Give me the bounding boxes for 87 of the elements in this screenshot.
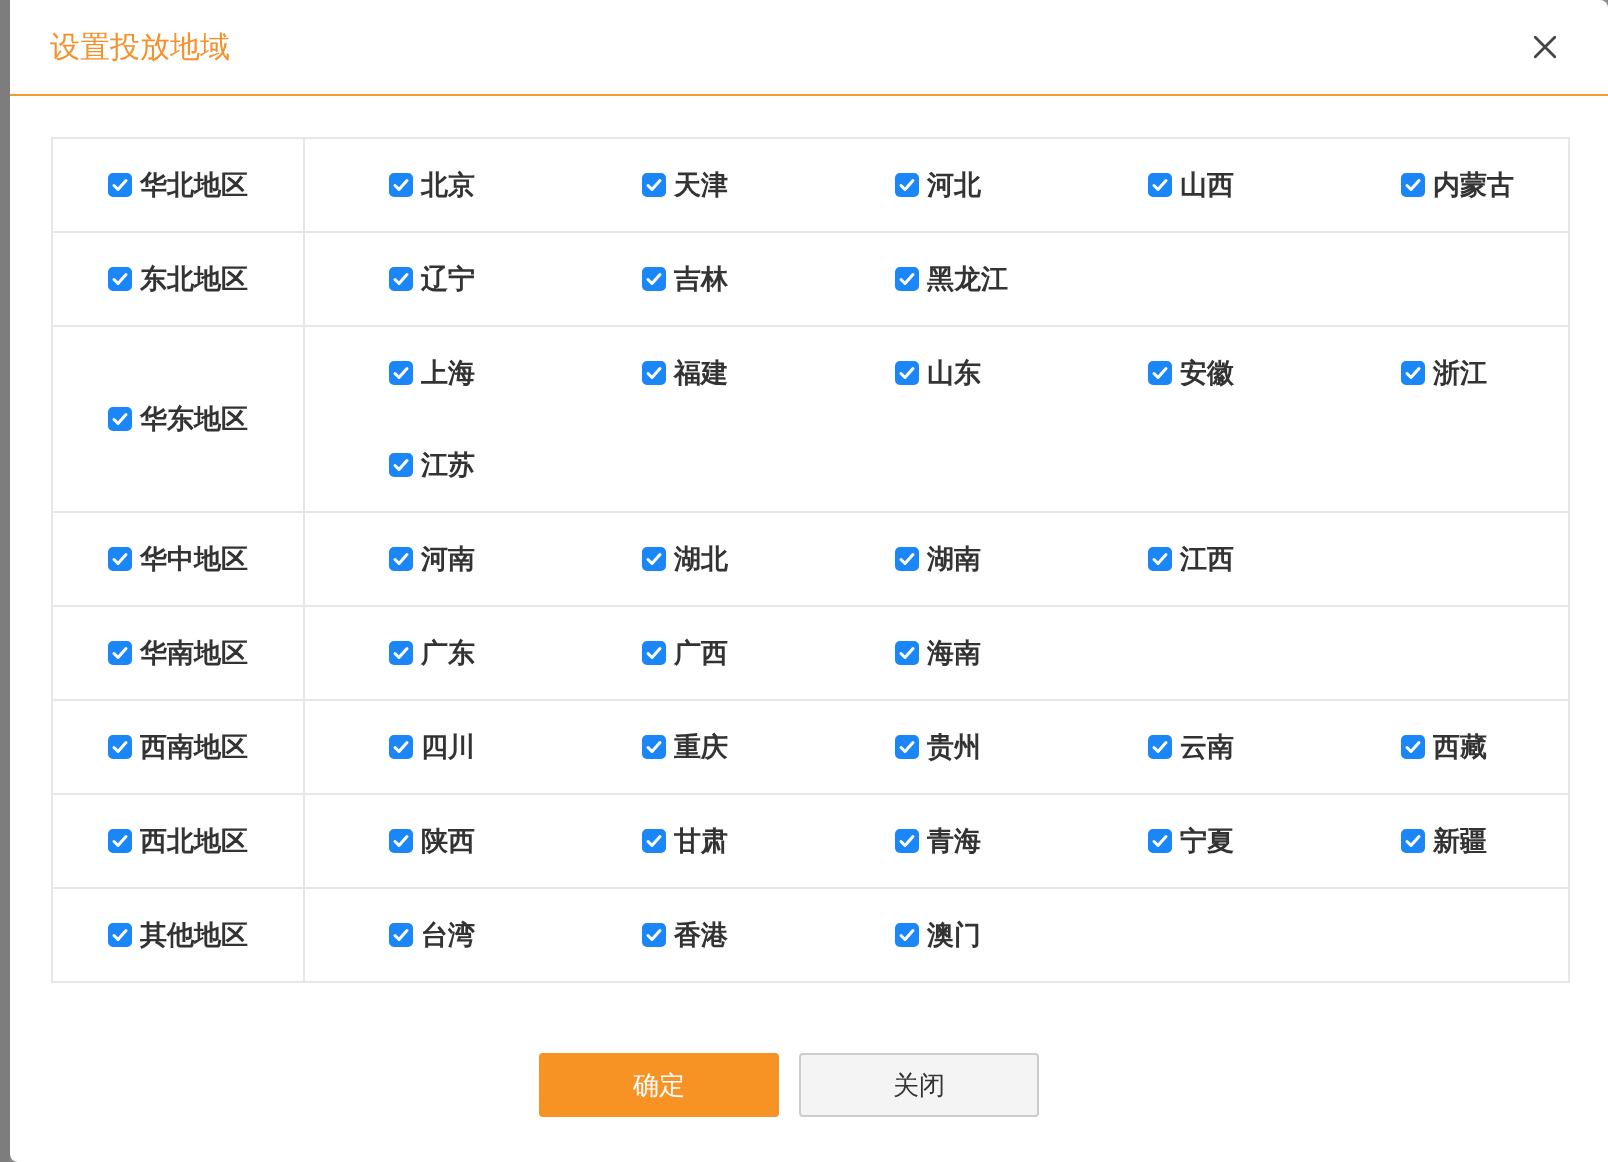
checkbox[interactable] [895, 923, 919, 947]
checkbox[interactable] [1148, 547, 1172, 571]
province-label: 安徽 [1180, 356, 1234, 390]
province-label: 河南 [421, 542, 475, 576]
checkbox[interactable] [642, 361, 666, 385]
close-icon[interactable] [1532, 34, 1558, 60]
province-label: 宁夏 [1180, 824, 1234, 858]
checkbox[interactable] [1148, 829, 1172, 853]
province-label: 上海 [421, 356, 475, 390]
province-label: 黑龙江 [927, 262, 1008, 296]
region-label: 华北地区 [140, 168, 248, 202]
province-label: 海南 [927, 636, 981, 670]
region-label: 华中地区 [140, 542, 248, 576]
checkbox[interactable] [895, 361, 919, 385]
checkbox[interactable] [642, 173, 666, 197]
checkbox[interactable] [108, 735, 132, 759]
checkbox[interactable] [389, 173, 413, 197]
province-label: 湖南 [927, 542, 981, 576]
province-label: 北京 [421, 168, 475, 202]
checkbox[interactable] [895, 173, 919, 197]
checkbox[interactable] [642, 923, 666, 947]
province-label: 云南 [1180, 730, 1234, 764]
checkbox[interactable] [1401, 829, 1425, 853]
checkbox[interactable] [389, 735, 413, 759]
region-label: 其他地区 [140, 918, 248, 952]
checkbox[interactable] [108, 407, 132, 431]
dialog-title: 设置投放地域 [50, 27, 230, 66]
province-label: 广西 [674, 636, 728, 670]
checkbox[interactable] [108, 641, 132, 665]
checkbox[interactable] [1401, 173, 1425, 197]
checkbox[interactable] [389, 267, 413, 291]
province-label: 山东 [927, 356, 981, 390]
province-label: 福建 [674, 356, 728, 390]
province-label: 香港 [674, 918, 728, 952]
checkbox[interactable] [895, 735, 919, 759]
region-label: 华南地区 [140, 636, 248, 670]
checkbox[interactable] [642, 267, 666, 291]
checkbox[interactable] [108, 923, 132, 947]
checkbox[interactable] [895, 641, 919, 665]
region-label: 西南地区 [140, 730, 248, 764]
checkbox[interactable] [895, 829, 919, 853]
checkbox[interactable] [389, 547, 413, 571]
province-label: 江苏 [421, 448, 475, 482]
region-label: 华东地区 [140, 402, 248, 436]
province-label: 贵州 [927, 730, 981, 764]
checkbox[interactable] [1148, 361, 1172, 385]
checkbox[interactable] [642, 547, 666, 571]
checkbox[interactable] [895, 547, 919, 571]
checkbox[interactable] [389, 923, 413, 947]
province-label: 江西 [1180, 542, 1234, 576]
checkbox[interactable] [389, 361, 413, 385]
checkbox[interactable] [1148, 735, 1172, 759]
checkbox[interactable] [642, 829, 666, 853]
province-label: 山西 [1180, 168, 1234, 202]
checkbox[interactable] [1401, 361, 1425, 385]
region-label: 西北地区 [140, 824, 248, 858]
region-label: 东北地区 [140, 262, 248, 296]
province-label: 澳门 [927, 918, 981, 952]
province-label: 广东 [421, 636, 475, 670]
province-label: 陕西 [421, 824, 475, 858]
checkbox[interactable] [895, 267, 919, 291]
province-label: 青海 [927, 824, 981, 858]
province-label: 吉林 [674, 262, 728, 296]
checkbox[interactable] [108, 173, 132, 197]
province-label: 天津 [674, 168, 728, 202]
province-label: 台湾 [421, 918, 475, 952]
checkbox[interactable] [389, 453, 413, 477]
checkbox[interactable] [108, 267, 132, 291]
checkbox[interactable] [108, 547, 132, 571]
province-label: 内蒙古 [1433, 168, 1514, 202]
checkbox[interactable] [108, 829, 132, 853]
province-label: 辽宁 [421, 262, 475, 296]
checkbox[interactable] [1401, 735, 1425, 759]
checkbox[interactable] [642, 641, 666, 665]
province-label: 重庆 [674, 730, 728, 764]
province-label: 甘肃 [674, 824, 728, 858]
checkbox[interactable] [642, 735, 666, 759]
checkbox[interactable] [389, 641, 413, 665]
province-label: 新疆 [1433, 824, 1487, 858]
checkbox[interactable] [389, 829, 413, 853]
checkbox[interactable] [1148, 173, 1172, 197]
close-button[interactable]: 关闭 [799, 1053, 1039, 1117]
province-label: 湖北 [674, 542, 728, 576]
province-label: 西藏 [1433, 730, 1487, 764]
province-label: 河北 [927, 168, 981, 202]
province-label: 浙江 [1433, 356, 1487, 390]
province-label: 四川 [421, 730, 475, 764]
